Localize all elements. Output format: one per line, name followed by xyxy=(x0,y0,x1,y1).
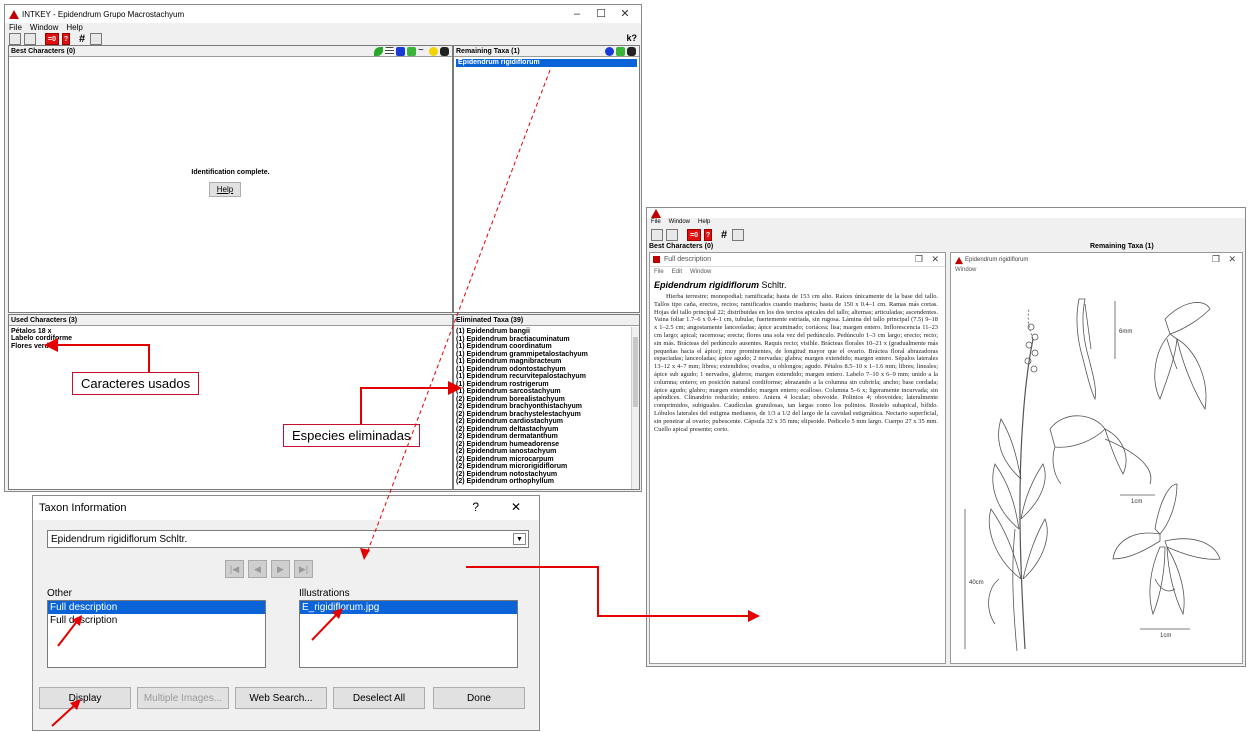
annotation-dashed-arrow xyxy=(51,69,760,727)
